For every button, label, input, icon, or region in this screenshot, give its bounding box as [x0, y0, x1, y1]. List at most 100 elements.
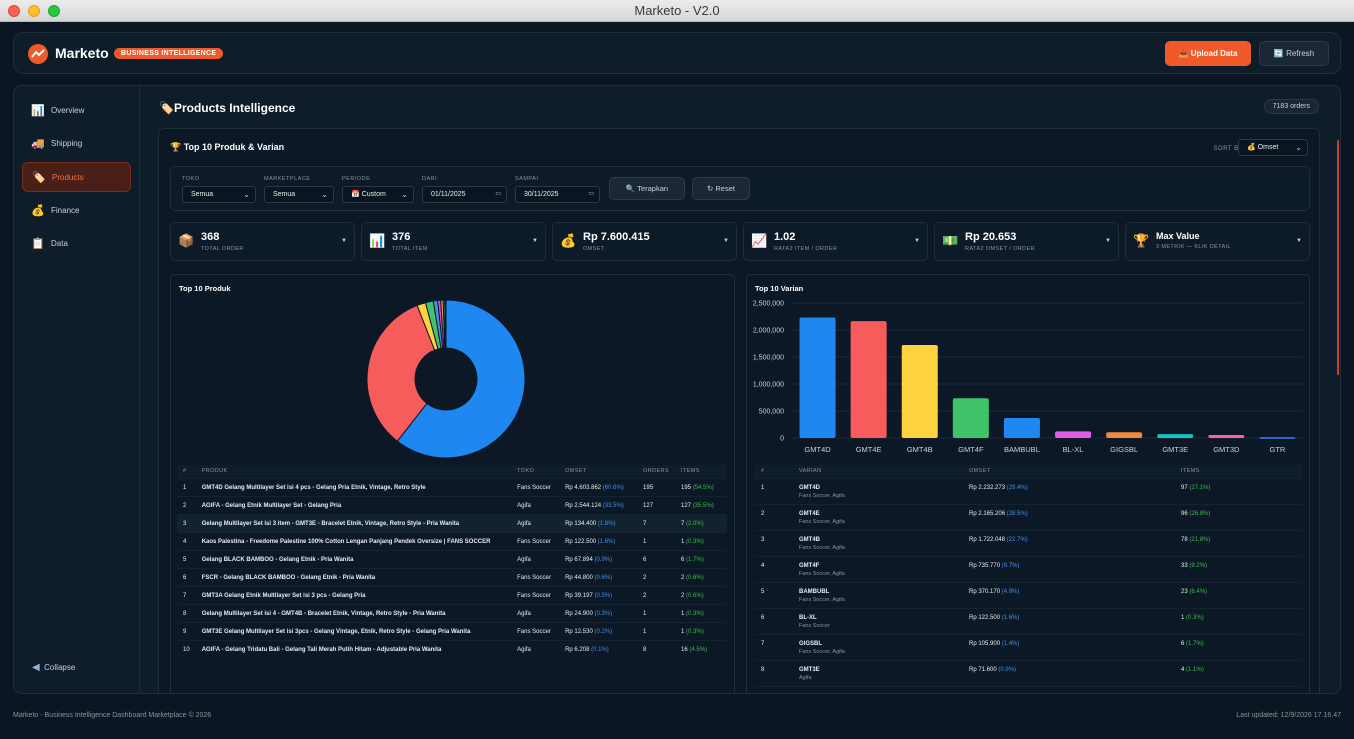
triangle-down-icon: ▼: [914, 238, 920, 244]
variant-name: BAMBUBL: [799, 588, 830, 595]
items-cell: 97 (27.1%): [1175, 477, 1303, 504]
collapse-button[interactable]: ◀ Collapse: [32, 662, 75, 673]
items-cell: 1 (0.3%): [675, 621, 727, 640]
stat-total-order[interactable]: 📦 368 TOTAL ORDER ▼: [170, 222, 355, 261]
variant-stores: Fans Soccer, Agifa: [799, 596, 845, 603]
table-row[interactable]: 5 Gelang BLACK BAMBOO - Gelang Etnik - Pr…: [177, 549, 727, 568]
sampai-date-input[interactable]: 30/11/2025 ▭: [515, 186, 600, 203]
tag-icon: 🏷️: [159, 101, 174, 115]
bar[interactable]: [1208, 435, 1245, 438]
omset-percent: (29.4%): [1006, 484, 1028, 491]
trophy-icon: 🏆: [170, 142, 184, 152]
table-row[interactable]: 3 Gelang Multilayer Set isi 3 item - GMT3…: [177, 513, 727, 532]
dari-date-input[interactable]: 01/11/2025 ▭: [422, 186, 507, 203]
table-row[interactable]: 7 GMT3A Gelang Etnik Multilayer Set isi 3…: [177, 585, 727, 604]
x-tick-label: GMT4D: [804, 445, 831, 454]
table-row[interactable]: 3 GMT4B Fans Soccer, Agifa Rp 1.722.048 (22…: [755, 529, 1303, 556]
items-percent: (0.6%): [686, 592, 704, 599]
toko-label: TOKO: [182, 176, 200, 182]
calendar-icon: ▭: [588, 191, 594, 197]
omset-percent: (0.9%): [594, 556, 613, 563]
sidebar-item-label: Shipping: [51, 139, 83, 148]
variant-cell: GMT4F Fans Soccer, Agifa: [793, 555, 963, 582]
row-number: 6: [755, 607, 793, 634]
app-root: Marketo BUSINESS INTELLIGENCE 📤 Upload D…: [0, 22, 1354, 739]
sidebar-item-label: Overview: [51, 106, 85, 115]
refresh-button[interactable]: 🔄 Refresh: [1259, 41, 1329, 66]
sidebar-item-overview[interactable]: 📊 Overview: [22, 96, 131, 126]
bar[interactable]: [1055, 431, 1092, 438]
variant-cell: BAMBUBL Fans Soccer, Agifa: [793, 581, 963, 608]
table-row[interactable]: 2 GMT4E Fans Soccer, Agifa Rp 2.165.206 (28…: [755, 503, 1303, 530]
bar-chart-icon: 📊: [369, 233, 386, 248]
bar[interactable]: [1259, 437, 1296, 439]
table-row[interactable]: 5 BAMBUBL Fans Soccer, Agifa Rp 370.170 (4.…: [755, 581, 1303, 608]
stat-max-value[interactable]: 🏆 Max Value 3 METRIK — KLIK DETAIL ▼: [1125, 222, 1310, 261]
bar[interactable]: [850, 321, 887, 438]
stat-value: Rp 7.600.415: [583, 231, 650, 243]
sidebar-item-shipping[interactable]: 🚚 Shipping: [22, 129, 131, 159]
table-row[interactable]: 8 GMT3E Agifa Rp 71.600 (0.9%) 4 (1.1%): [755, 659, 1303, 686]
omset-cell: Rp 6.208 (0.1%): [559, 639, 638, 658]
table-row[interactable]: 7 GIGSBL Fans Soccer, Agifa Rp 105.900 (1.4…: [755, 633, 1303, 660]
omset-cell: Rp 2.165.206 (28.5%): [963, 503, 1175, 530]
sort-by-select[interactable]: 💰 Omset ⌄: [1238, 139, 1308, 156]
table-row[interactable]: 4 Kaos Palestina - Freedome Palestine 100…: [177, 531, 727, 550]
items-cell: 1 (0.3%): [675, 531, 727, 550]
row-number: 1: [755, 477, 793, 504]
chevron-down-icon: ⌄: [321, 190, 328, 199]
omset-cell: Rp 105.900 (1.4%): [963, 633, 1175, 660]
table-row[interactable]: 1 GMT4D Gelang Multilayer Set isi 4 pcs -…: [177, 477, 727, 496]
items-cell: 6 (1.7%): [675, 549, 727, 568]
sidebar-item-finance[interactable]: 💰 Finance: [22, 196, 131, 226]
bar[interactable]: [952, 398, 989, 438]
y-tick-label: 2,500,000: [753, 301, 784, 308]
bar[interactable]: [799, 317, 836, 438]
apply-filter-button[interactable]: 🔍 Terapkan: [609, 177, 685, 200]
omset-value: Rp 2.544.124: [565, 502, 602, 509]
row-number: 9: [755, 685, 793, 693]
table-row[interactable]: 6 FSCR - Gelang BLACK BAMBOO - Gelang Etn…: [177, 567, 727, 586]
table-row[interactable]: 9GMT3DFans Soccer, AgifaRp 55.330 (0.7%)…: [755, 685, 1303, 694]
bar[interactable]: [1106, 432, 1143, 438]
stat-omset[interactable]: 💰 Rp 7.600.415 OMSET ▼: [552, 222, 737, 261]
top10-panel: 🏆 Top 10 Produk & Varian SORT BY: 💰 Omse…: [158, 128, 1320, 694]
table-row[interactable]: 1 GMT4D Fans Soccer, Agifa Rp 2.232.273 (29…: [755, 477, 1303, 504]
sidebar-item-data[interactable]: 📋 Data: [22, 229, 131, 259]
brand-name: Marketo: [55, 45, 109, 61]
stat-avg-item-order[interactable]: 📈 1.02 RATA2 ITEM / ORDER ▼: [743, 222, 928, 261]
table-row[interactable]: 6 BL-XL Fans Soccer Rp 122.500 (1.6%) 1 (0.3…: [755, 607, 1303, 634]
stat-label: OMSET: [583, 246, 605, 252]
toko-select[interactable]: Semua ⌄: [182, 186, 256, 203]
upload-data-button[interactable]: 📤 Upload Data: [1165, 41, 1251, 66]
bar[interactable]: [1003, 418, 1040, 438]
items-percent: (0.3%): [686, 610, 704, 617]
variant-name: GMT3E: [799, 666, 820, 673]
omset-percent: (1.4%): [1001, 640, 1020, 647]
apply-label: Terapkan: [637, 184, 669, 193]
table-row[interactable]: 10 AGIFA - Gelang Tridatu Bali - Gelang T…: [177, 639, 727, 658]
periode-select[interactable]: 📅 Custom ⌄: [342, 186, 414, 203]
bar[interactable]: [1157, 434, 1194, 438]
marketplace-select[interactable]: Semua ⌄: [264, 186, 334, 203]
stat-avg-omset-order[interactable]: 💵 Rp 20.653 RATA2 OMSET / ORDER ▼: [934, 222, 1119, 261]
reset-filter-button[interactable]: ↻ Reset: [692, 177, 750, 200]
sidebar-item-products[interactable]: 🏷️ Products: [22, 162, 131, 192]
items-value: 23: [1181, 588, 1188, 595]
items-value: 3: [1181, 693, 1184, 694]
scrollbar[interactable]: [1337, 140, 1339, 375]
stat-total-item[interactable]: 📊 376 TOTAL ITEM ▼: [361, 222, 546, 261]
table-row[interactable]: 4 GMT4F Fans Soccer, Agifa Rp 735.770 (9.7%…: [755, 555, 1303, 582]
table-row[interactable]: 2 AGIFA - Gelang Etnik Multilayer Set - G…: [177, 495, 727, 514]
main-panel: 📊 Overview 🚚 Shipping 🏷️ Products 💰 Finance …: [13, 85, 1341, 694]
variant-stores: Fans Soccer, Agifa: [799, 570, 845, 577]
bar[interactable]: [901, 345, 938, 438]
items-value: 7: [681, 520, 685, 527]
items-percent: (26.8%): [1189, 510, 1211, 517]
store-name: Agifa: [511, 603, 560, 622]
table-row[interactable]: 9 GMT3E Gelang Multilayer Set isi 3pcs - …: [177, 621, 727, 640]
variant-cell: GMT4E Fans Soccer, Agifa: [793, 503, 963, 530]
items-value: 6: [681, 556, 685, 563]
items-cell: 2 (0.6%): [675, 585, 727, 604]
table-row[interactable]: 8 Gelang Multilayer Set isi 4 - GMT4B - B…: [177, 603, 727, 622]
